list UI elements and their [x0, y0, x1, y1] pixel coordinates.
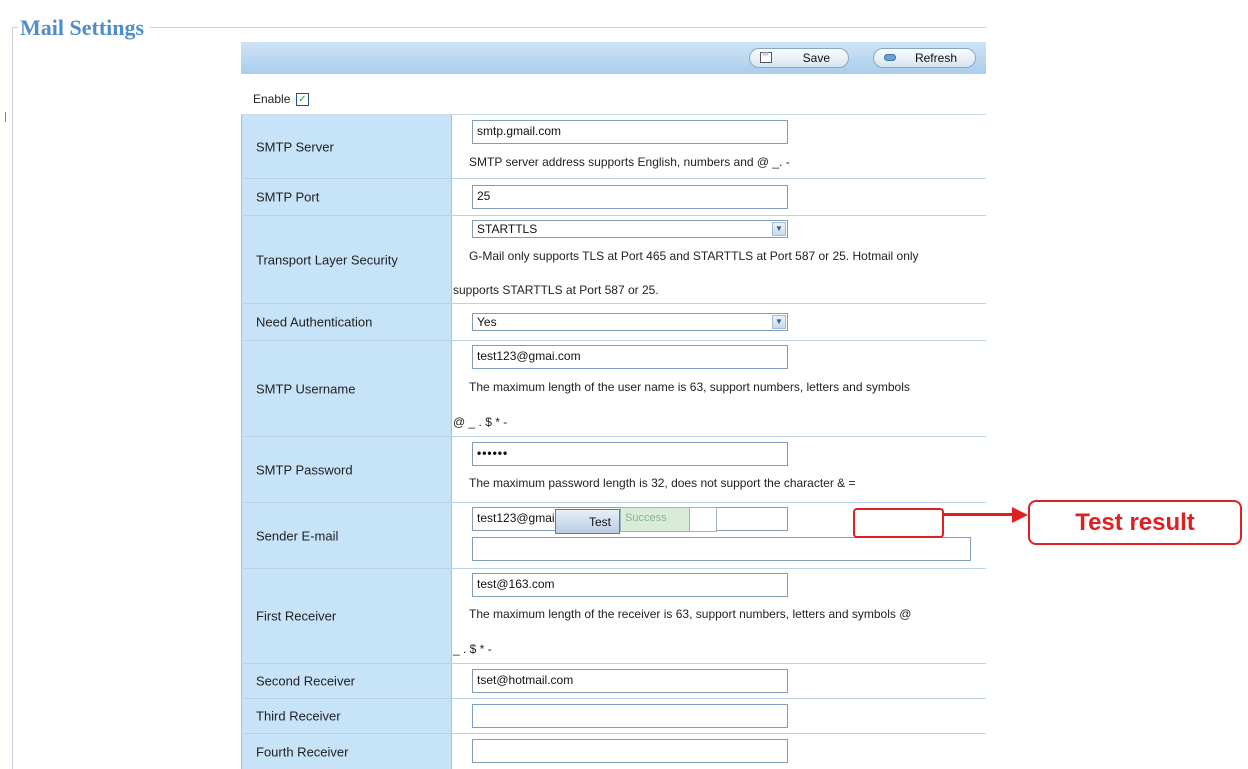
first-receiver-hint-line2: _ . $ * - [453, 642, 492, 656]
need-auth-selected: Yes [477, 315, 497, 329]
tls-label-cell: Transport Layer Security [241, 216, 452, 303]
tls-row: Transport Layer Security STARTTLS ▼ G-Ma… [241, 216, 986, 304]
enable-row: Enable ✓ [241, 84, 986, 115]
divider [5, 112, 6, 122]
refresh-icon [884, 54, 896, 61]
arrow-right-icon [1012, 507, 1028, 523]
smtp-server-hint: SMTP server address supports English, nu… [469, 155, 790, 169]
fieldset-border-top [12, 27, 986, 28]
smtp-server-label: SMTP Server [256, 139, 334, 154]
chevron-down-icon[interactable]: ▼ [772, 222, 786, 236]
smtp-server-row: SMTP Server smtp.gmail.com SMTP server a… [241, 115, 986, 179]
first-receiver-input[interactable]: test@163.com [472, 573, 788, 597]
test-result-field-end [690, 507, 717, 532]
first-receiver-label-cell: First Receiver [241, 569, 452, 663]
section-title: Mail Settings [18, 15, 151, 41]
second-receiver-input[interactable]: tset@hotmail.com [472, 669, 788, 693]
smtp-username-label: SMTP Username [256, 381, 356, 396]
first-receiver-label: First Receiver [256, 608, 337, 624]
first-receiver-row: First Receiver test@163.com The maximum … [241, 569, 986, 664]
tls-select[interactable]: STARTTLS ▼ [472, 220, 788, 238]
test-result-highlight [853, 508, 944, 538]
chevron-down-icon[interactable]: ▼ [772, 315, 786, 329]
smtp-password-label-cell: SMTP Password [241, 437, 452, 502]
test-result-callout: Test result [1028, 500, 1242, 545]
third-receiver-label: Third Receiver [256, 708, 341, 724]
smtp-password-row: SMTP Password •••••• The maximum passwor… [241, 437, 986, 503]
fieldset-border-left [12, 27, 13, 769]
first-receiver-hint-line1: The maximum length of the receiver is 63… [469, 607, 912, 621]
smtp-port-input[interactable]: 25 [472, 185, 788, 209]
tls-selected: STARTTLS [477, 222, 538, 236]
second-receiver-label: Second Receiver [256, 673, 355, 689]
smtp-port-row: SMTP Port 25 [241, 179, 986, 216]
enable-checkbox[interactable]: ✓ [296, 93, 309, 106]
third-receiver-input[interactable] [472, 704, 788, 728]
toolbar: Save Refresh [241, 42, 986, 74]
need-auth-label: Need Authentication [256, 314, 373, 330]
third-receiver-row: Third Receiver [241, 699, 986, 734]
fourth-receiver-label: Fourth Receiver [256, 744, 349, 759]
save-icon [760, 52, 772, 63]
smtp-port-label-cell: SMTP Port [241, 179, 452, 215]
refresh-button[interactable]: Refresh [873, 48, 976, 68]
smtp-port-label: SMTP Port [256, 189, 320, 205]
smtp-username-hint-line1: The maximum length of the user name is 6… [469, 380, 910, 394]
arrow-line [944, 513, 1014, 516]
fourth-receiver-input[interactable] [472, 739, 788, 763]
smtp-username-hint-line2: @ _ . $ * - [453, 415, 508, 429]
sender-label-cell: Sender E-mail [241, 503, 452, 568]
tls-hint-line2: supports STARTTLS at Port 587 or 25. [453, 283, 659, 297]
fourth-receiver-row: Fourth Receiver [241, 734, 986, 769]
save-label: Save [802, 51, 830, 65]
smtp-username-input[interactable]: test123@gmai.com [472, 345, 788, 369]
save-button[interactable]: Save [749, 48, 849, 68]
test-button[interactable]: Test [555, 509, 620, 534]
tls-label: Transport Layer Security [256, 252, 398, 267]
second-receiver-label-cell: Second Receiver [241, 664, 452, 698]
smtp-password-label: SMTP Password [256, 462, 353, 477]
smtp-username-label-cell: SMTP Username [241, 341, 452, 436]
test-result-field: Success [620, 507, 690, 532]
smtp-username-row: SMTP Username test123@gmai.com The maxim… [241, 341, 986, 437]
smtp-server-input[interactable]: smtp.gmail.com [472, 120, 788, 144]
third-receiver-label-cell: Third Receiver [241, 699, 452, 733]
refresh-label: Refresh [914, 51, 957, 65]
smtp-server-label-cell: SMTP Server [241, 115, 452, 178]
need-auth-row: Need Authentication Yes ▼ [241, 304, 986, 341]
need-auth-select[interactable]: Yes ▼ [472, 313, 788, 331]
sender-extra-input[interactable] [472, 537, 971, 561]
smtp-password-hint: The maximum password length is 32, does … [469, 476, 856, 490]
need-auth-label-cell: Need Authentication [241, 304, 452, 340]
tls-hint-line1: G-Mail only supports TLS at Port 465 and… [469, 249, 919, 263]
second-receiver-row: Second Receiver tset@hotmail.com [241, 664, 986, 699]
sender-label: Sender E-mail [256, 528, 339, 543]
smtp-password-input[interactable]: •••••• [472, 442, 788, 466]
fourth-receiver-label-cell: Fourth Receiver [241, 734, 452, 769]
enable-label: Enable [253, 92, 291, 106]
